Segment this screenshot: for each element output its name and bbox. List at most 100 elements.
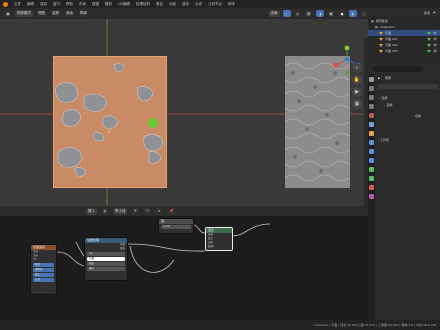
material-tab-icon[interactable] bbox=[369, 185, 374, 190]
transform-subsection-header[interactable]: ⌄ 变换 bbox=[383, 103, 392, 107]
view-layer-tab-icon[interactable] bbox=[369, 104, 374, 109]
menu-window[interactable]: 窗口 bbox=[53, 2, 60, 7]
shader-node-editor[interactable]: 值 0.200 纹理坐标 生成 法向 UV 物体 摄像机 窗口 反射 噪波纹理 … bbox=[0, 216, 368, 320]
fake-user-shield-icon[interactable]: ⛨ bbox=[131, 207, 140, 215]
output-tab-icon[interactable] bbox=[369, 95, 374, 100]
menu-help[interactable]: 帮助 bbox=[66, 2, 73, 7]
texcoord-output-uv[interactable]: UV bbox=[31, 258, 56, 262]
texcoord-output-reflection[interactable]: 反射 bbox=[33, 278, 54, 282]
grid-view-icon[interactable]: ▦ bbox=[352, 99, 362, 109]
overlays-icon[interactable]: ◑ bbox=[316, 10, 324, 17]
collection-icon: ▤ bbox=[371, 19, 374, 23]
workspace-tab-shading[interactable]: 着色 bbox=[156, 2, 163, 7]
tool-tab-icon[interactable] bbox=[369, 77, 374, 82]
eye-icon[interactable]: 👁 bbox=[433, 49, 440, 53]
shading-material-icon[interactable]: ◐ bbox=[349, 10, 357, 17]
eye-icon[interactable]: 👁 bbox=[433, 37, 440, 41]
noise-scale-field[interactable]: 缩放 bbox=[87, 262, 125, 266]
mesh-icon bbox=[379, 49, 383, 53]
transform-orientation-dropdown[interactable]: 全局 bbox=[268, 10, 280, 17]
noise-texture-pattern bbox=[55, 63, 163, 178]
snap-icon[interactable]: ⌖ bbox=[282, 10, 291, 17]
add-menu[interactable]: 添加 bbox=[64, 10, 75, 17]
texture-coordinate-node[interactable]: 纹理坐标 生成 法向 UV 物体 摄像机 窗口 反射 bbox=[30, 244, 57, 295]
mix-input-color1[interactable]: 颜色1 bbox=[206, 245, 232, 249]
physics-tab-icon[interactable] bbox=[369, 158, 374, 163]
plane-object-selected[interactable] bbox=[53, 56, 167, 188]
outliner-row-label: 平面 bbox=[385, 31, 392, 35]
workspace-tab-scripting[interactable]: 脚本 bbox=[228, 2, 235, 7]
scene-tab-icon[interactable] bbox=[369, 113, 374, 118]
noise-texture-node[interactable]: 噪波纹理 系数 颜色 3D 矢量 缩放 细节 bbox=[84, 237, 128, 281]
properties-tab-bar bbox=[368, 74, 375, 320]
material-slot-dropdown[interactable]: 槽 1 bbox=[86, 207, 97, 215]
texture-tab-icon[interactable] bbox=[369, 194, 374, 199]
value-node[interactable]: 值 0.200 bbox=[158, 218, 194, 234]
eye-icon[interactable]: 👁 bbox=[433, 31, 440, 35]
data-tab-icon[interactable] bbox=[369, 176, 374, 181]
transform-gizmo-handle[interactable] bbox=[148, 118, 158, 128]
modifier-tab-icon[interactable] bbox=[369, 140, 374, 145]
material-sphere-icon[interactable]: ◍ bbox=[100, 207, 109, 215]
3d-viewport[interactable]: ⌕ ✋ ▶ ▦ bbox=[0, 19, 368, 206]
workspace-tab-compositing[interactable]: 合成 bbox=[195, 2, 202, 7]
noise-detail-field[interactable]: 细节 bbox=[87, 267, 125, 271]
workspace-tab-animation[interactable]: 动画 bbox=[169, 2, 176, 7]
view-menu[interactable]: 视图 bbox=[36, 10, 47, 17]
delete-material-icon[interactable]: ✕ bbox=[155, 207, 164, 215]
workspace-tab-texture-paint[interactable]: 纹理绘制 bbox=[136, 2, 150, 7]
outliner-filter-icon[interactable]: ⏷ bbox=[433, 10, 436, 15]
noise-output-color[interactable]: 颜色 bbox=[85, 247, 127, 251]
options-section-header[interactable]: ⌄ 选项 bbox=[378, 96, 387, 100]
noise-vector-field[interactable]: 矢量 bbox=[87, 257, 125, 261]
modifier-icon bbox=[427, 43, 432, 47]
noise-dimension-dropdown[interactable]: 3D bbox=[87, 252, 125, 256]
select-menu[interactable]: 选择 bbox=[50, 10, 61, 17]
texcoord-output-window[interactable]: 窗口 bbox=[33, 273, 54, 277]
pin-icon[interactable]: 📌 bbox=[167, 207, 176, 215]
workspace-tab-sculpting[interactable]: 雕刻 bbox=[105, 2, 112, 7]
eye-icon[interactable]: 👁 bbox=[433, 43, 440, 47]
outliner-row-label: 场景集合 bbox=[375, 19, 388, 23]
proportional-edit-icon[interactable]: ◎ bbox=[293, 10, 302, 17]
value-node-number-field[interactable]: 0.200 bbox=[161, 225, 191, 229]
object-tab-icon[interactable] bbox=[369, 131, 374, 136]
material-name-field[interactable]: 青土地 bbox=[112, 207, 128, 215]
zoom-icon[interactable]: ⌕ bbox=[352, 63, 362, 73]
workspace-tab-rendering[interactable]: 渲染 bbox=[182, 2, 189, 7]
xray-icon[interactable]: ▦ bbox=[327, 10, 335, 17]
editor-type-icon[interactable]: ▣ bbox=[4, 10, 12, 17]
menu-render[interactable]: 渲染 bbox=[40, 2, 47, 7]
brush-panel-icon[interactable]: ▶ bbox=[378, 76, 380, 80]
object-menu[interactable]: 物体 bbox=[78, 10, 89, 17]
shading-rendered-icon[interactable]: ○ bbox=[360, 10, 368, 17]
workspace-tab-layout[interactable]: 布局 bbox=[79, 2, 86, 7]
workspace-tab-uv-editing[interactable]: UV编辑 bbox=[118, 2, 130, 7]
mode-dropdown[interactable]: 物体模式 bbox=[15, 10, 33, 17]
particles-tab-icon[interactable] bbox=[369, 149, 374, 154]
shading-solid-icon[interactable]: ● bbox=[338, 10, 346, 17]
texcoord-output-object[interactable]: 物体 bbox=[33, 263, 54, 267]
properties-search-input[interactable] bbox=[373, 66, 423, 72]
copy-material-icon[interactable]: ❐ bbox=[143, 207, 152, 215]
pan-hand-icon[interactable]: ✋ bbox=[352, 75, 362, 85]
visibility-icon[interactable]: 👁 bbox=[304, 10, 313, 17]
navigation-gizmo[interactable] bbox=[332, 43, 362, 79]
toggle-value-label[interactable]: 切换 bbox=[415, 114, 421, 118]
outliner-row-plane-003[interactable]: 平面.003 👁 bbox=[368, 48, 440, 54]
outliner-options-button[interactable]: 选项 bbox=[424, 11, 430, 15]
outliner-row-label: Collection bbox=[379, 25, 395, 29]
menu-edit[interactable]: 编辑 bbox=[27, 2, 34, 7]
workspace-tab-modeling[interactable]: 建模 bbox=[92, 2, 99, 7]
blender-logo-icon[interactable] bbox=[3, 1, 8, 7]
camera-view-icon[interactable]: ▶ bbox=[352, 87, 362, 97]
workspace-tab-geometry-nodes[interactable]: 几何节点 bbox=[208, 2, 222, 7]
tool-settings-row[interactable] bbox=[378, 84, 438, 89]
menu-file[interactable]: 文件 bbox=[14, 2, 21, 7]
render-tab-icon[interactable] bbox=[369, 86, 374, 91]
world-tab-icon[interactable] bbox=[369, 122, 374, 127]
mix-node[interactable]: 混合 结果 混合 系数 颜色1 bbox=[205, 227, 233, 251]
workspace-section-header[interactable]: › 工作区 bbox=[378, 138, 389, 142]
constraints-tab-icon[interactable] bbox=[369, 167, 374, 172]
texcoord-output-camera[interactable]: 摄像机 bbox=[33, 268, 54, 272]
